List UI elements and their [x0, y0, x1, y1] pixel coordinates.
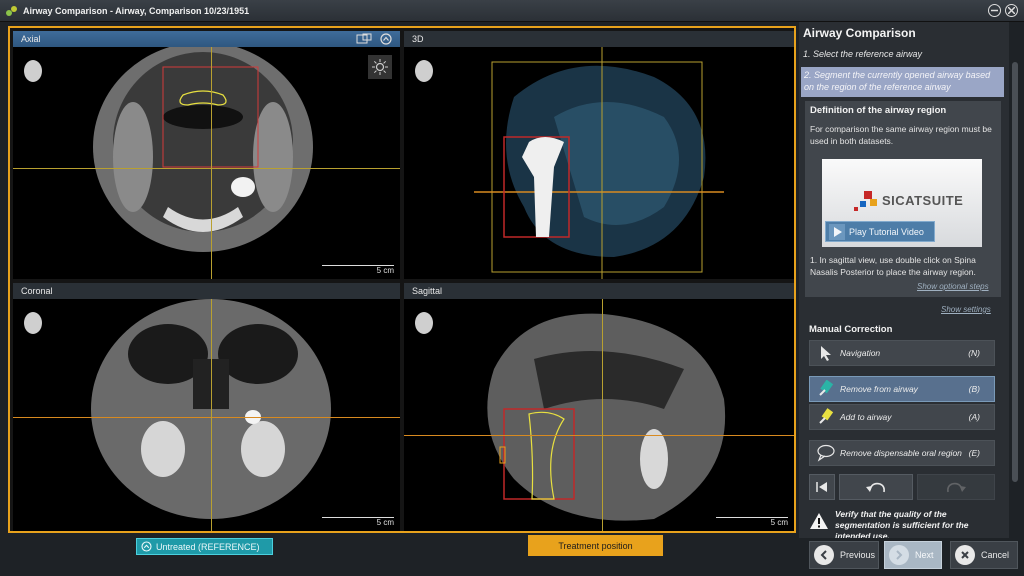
axial-label: Axial	[21, 34, 41, 44]
tool-shortcut: (B)	[968, 384, 980, 394]
sagittal-label: Sagittal	[412, 286, 443, 296]
tool-label: Remove dispensable oral region	[840, 448, 962, 458]
play-tutorial-label: Play Tutorial Video	[849, 226, 924, 237]
sun-icon	[372, 59, 388, 75]
sagittal-scale-label: 5 cm	[770, 518, 788, 527]
skip-back-icon	[816, 482, 827, 492]
play-icon	[829, 223, 845, 240]
axial-viewport[interactable]: Axial 5 cm	[13, 31, 400, 279]
warning-icon	[810, 513, 828, 529]
collapse-icon[interactable]	[380, 33, 392, 45]
tool-navigation[interactable]: Navigation (N)	[809, 340, 995, 366]
treatment-label: Treatment position	[558, 540, 633, 551]
sicat-logo-icon	[854, 191, 877, 211]
tool-remove-dispensable-oral-region[interactable]: Remove dispensable oral region (E)	[809, 440, 995, 466]
show-settings-link[interactable]: Show settings	[941, 305, 991, 314]
head-orientation-icon[interactable]	[414, 59, 434, 85]
sicat-logo-text: SICATSUITE	[882, 193, 964, 208]
definition-title: Definition of the airway region	[810, 105, 947, 116]
3d-viewport-header: 3D	[404, 31, 794, 47]
tutorial-video-thumbnail[interactable]: SICATSUITE Play Tutorial Video	[822, 159, 982, 247]
sagittal-scan-image	[487, 313, 726, 521]
cancel-label: Cancel	[981, 550, 1010, 560]
definition-text: For comparison the same airway region mu…	[810, 124, 992, 146]
untreated-reference-button[interactable]: Untreated (REFERENCE)	[136, 538, 273, 555]
treatment-position-button[interactable]: Treatment position	[528, 535, 663, 556]
airway-definition-box: Definition of the airway region For comp…	[805, 101, 1001, 297]
tool-remove-from-airway[interactable]: Remove from airway (B)	[809, 376, 995, 402]
coronal-label: Coronal	[21, 286, 53, 296]
head-orientation-icon[interactable]	[23, 59, 43, 85]
tool-add-to-airway[interactable]: Add to airway (A)	[809, 404, 995, 430]
3d-rendering-image	[474, 47, 724, 279]
app-logo-icon	[6, 5, 17, 16]
tool-shortcut: (E)	[968, 448, 980, 458]
3d-label: 3D	[412, 34, 424, 44]
show-optional-steps-link[interactable]: Show optional steps	[917, 282, 989, 291]
chevron-right-icon	[896, 550, 903, 560]
scrollbar-thumb[interactable]	[1012, 62, 1018, 482]
cancel-button[interactable]: Cancel	[950, 541, 1018, 569]
definition-instruction: 1. In sagittal view, use double click on…	[810, 255, 976, 277]
step-segment-airway[interactable]: 2. Segment the currently opened airway b…	[801, 67, 1004, 97]
coronal-viewport[interactable]: Coronal 5 cm	[13, 283, 400, 531]
window-title: Airway Comparison - Airway, Comparison 1…	[23, 5, 250, 16]
minimize-icon	[991, 9, 998, 12]
tool-label: Add to airway	[840, 412, 892, 422]
cursor-icon	[821, 346, 831, 361]
undo-icon	[866, 482, 885, 493]
step-select-reference[interactable]: 1. Select the reference airway	[803, 49, 922, 59]
sagittal-viewport[interactable]: Sagittal 5 cm	[404, 283, 794, 531]
manual-correction-title: Manual Correction	[809, 324, 893, 335]
next-button[interactable]: Next	[884, 541, 942, 569]
workflow-panel: Airway Comparison 1. Select the referenc…	[799, 22, 1009, 538]
warning-text: Verify that the quality of the segmentat…	[835, 509, 969, 538]
tool-shortcut: (A)	[968, 412, 980, 422]
tool-shortcut: (N)	[968, 348, 980, 358]
brightness-button[interactable]	[368, 55, 392, 79]
viewer-area: Axial 5 cm 3D Coronal 5 cm Sagittal 5 cm	[8, 26, 796, 533]
untreated-label: Untreated (REFERENCE)	[156, 541, 260, 552]
coronal-scale-label: 5 cm	[376, 518, 394, 527]
panel-scrollbar[interactable]	[1009, 22, 1021, 538]
coronal-viewport-header: Coronal	[13, 283, 400, 299]
axial-viewport-header: Axial	[13, 31, 400, 47]
chevron-left-icon	[820, 550, 827, 560]
redo-icon	[947, 482, 966, 493]
jump-to-start-button[interactable]	[809, 474, 835, 500]
coronal-scan-image	[91, 299, 331, 519]
previous-label: Previous	[840, 550, 876, 560]
sagittal-viewport-header: Sagittal	[404, 283, 794, 299]
previous-button[interactable]: Previous	[809, 541, 879, 569]
quality-warning: Verify that the quality of the segmentat…	[807, 506, 1003, 538]
close-icon	[961, 551, 969, 559]
panel-title: Airway Comparison	[803, 26, 916, 40]
head-orientation-icon[interactable]	[23, 311, 43, 337]
minimize-button[interactable]	[988, 4, 1001, 17]
tool-label: Navigation	[840, 348, 881, 358]
redo-button[interactable]	[917, 474, 995, 500]
head-orientation-icon[interactable]	[414, 311, 434, 337]
axial-scan-image	[93, 47, 313, 252]
title-bar: Airway Comparison - Airway, Comparison 1…	[0, 0, 1024, 22]
tool-label: Remove from airway	[840, 384, 918, 394]
speech-bubble-icon	[817, 444, 835, 462]
eraser-icon	[819, 380, 834, 396]
undo-button[interactable]	[839, 474, 913, 500]
close-window-button[interactable]	[1005, 4, 1018, 17]
layout-icon[interactable]	[356, 33, 372, 45]
brush-icon	[819, 408, 834, 424]
chevron-up-circle-icon	[141, 541, 152, 552]
play-tutorial-button[interactable]: Play Tutorial Video	[825, 221, 935, 242]
axial-scale-label: 5 cm	[376, 266, 394, 275]
3d-viewport[interactable]: 3D	[404, 31, 794, 279]
next-label: Next	[915, 550, 934, 560]
close-icon	[1008, 7, 1015, 14]
